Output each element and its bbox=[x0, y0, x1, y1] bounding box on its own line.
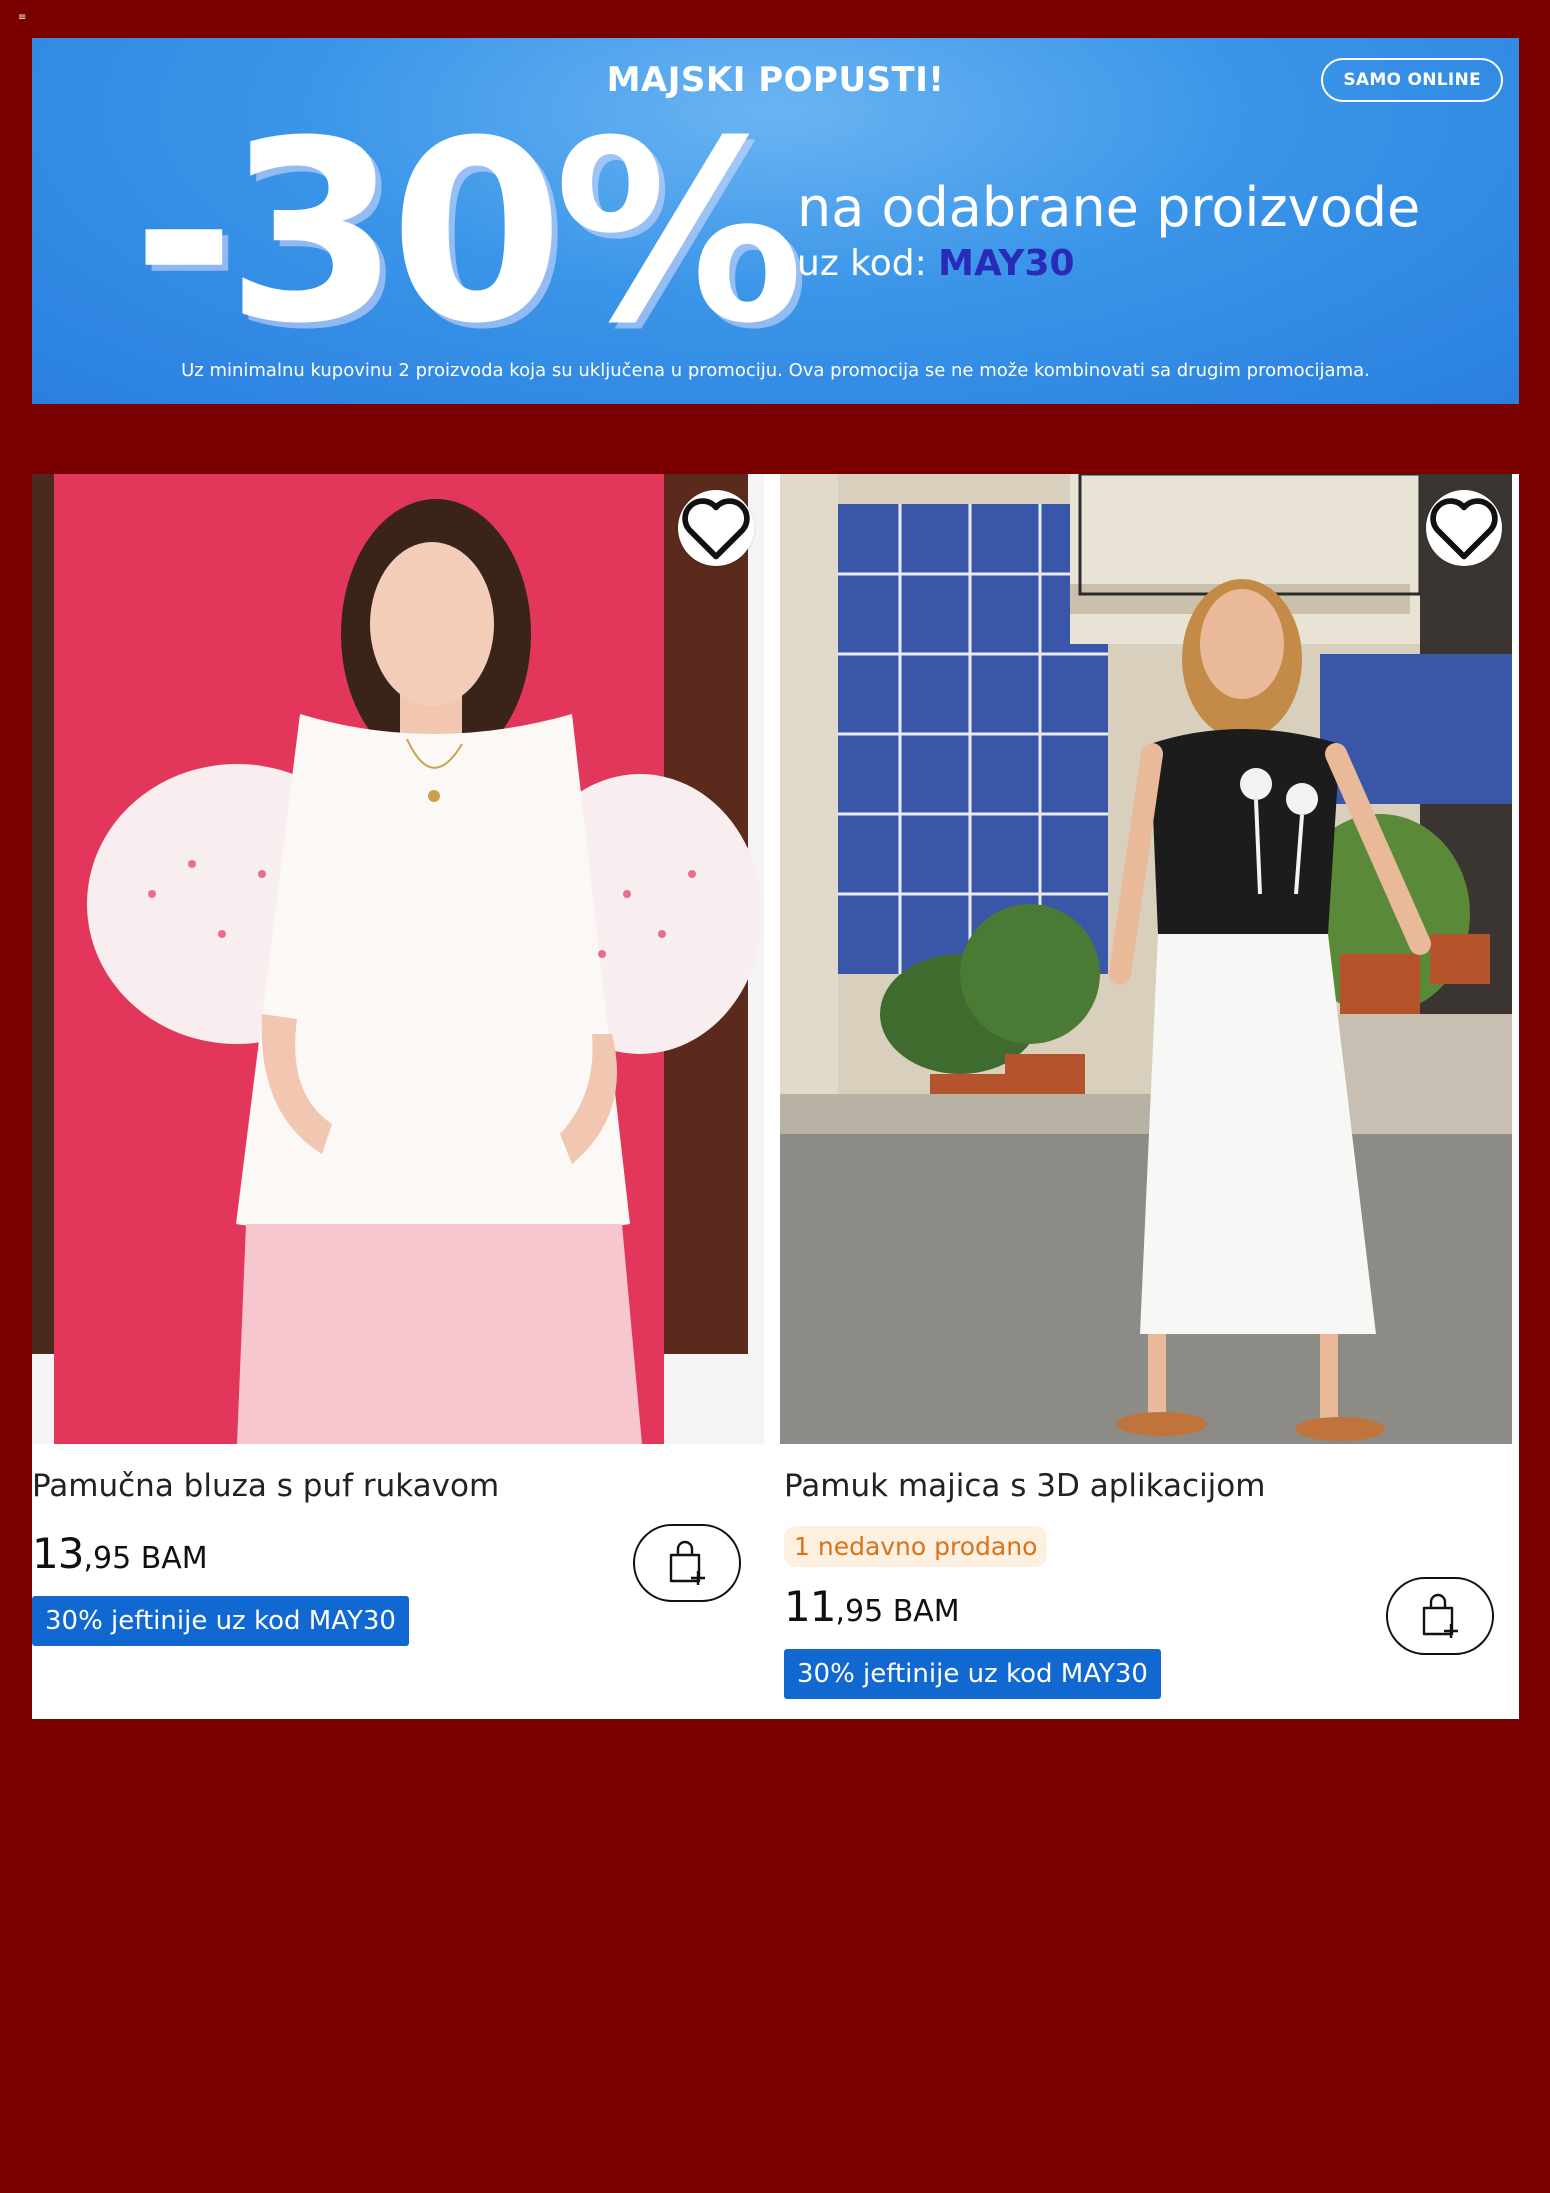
price-integer: 13 bbox=[32, 1529, 84, 1578]
promo-badge: 30% jeftinije uz kod MAY30 bbox=[32, 1596, 409, 1646]
promo-code-prefix: uz kod: bbox=[797, 243, 939, 284]
promo-code: MAY30 bbox=[938, 243, 1075, 284]
favorite-button[interactable] bbox=[678, 490, 754, 566]
add-to-cart-button[interactable] bbox=[633, 1524, 741, 1602]
promo-banner[interactable]: MAJSKI POPUSTI! SAMO ONLINE -30% na odab… bbox=[32, 38, 1519, 404]
product-card[interactable]: Pamuk majica s 3D aplikacijom 1 nedavno … bbox=[780, 474, 1512, 1719]
shopping-bag-plus-icon bbox=[1422, 1593, 1458, 1638]
heart-icon bbox=[682, 498, 750, 560]
product-name[interactable]: Pamuk majica s 3D aplikacijom bbox=[784, 1468, 1265, 1504]
promo-badge: 30% jeftinije uz kod MAY30 bbox=[784, 1649, 1161, 1699]
promo-headline: na odabrane proizvode bbox=[797, 176, 1421, 239]
price-fraction: ,95 BAM bbox=[835, 1594, 960, 1629]
price-fraction: ,95 BAM bbox=[83, 1541, 208, 1576]
menu-icon[interactable]: ≡ bbox=[18, 13, 26, 23]
add-to-cart-button[interactable] bbox=[1386, 1577, 1494, 1655]
product-image[interactable] bbox=[780, 474, 1512, 1444]
online-only-badge: SAMO ONLINE bbox=[1321, 58, 1503, 102]
product-grid: Pamučna bluza s puf rukavom 13,95 BAM 30… bbox=[32, 474, 1519, 1719]
favorite-button[interactable] bbox=[1426, 490, 1502, 566]
product-name[interactable]: Pamučna bluza s puf rukavom bbox=[32, 1468, 499, 1504]
shopping-bag-plus-icon bbox=[669, 1540, 705, 1585]
heart-icon bbox=[1430, 498, 1498, 560]
product-price: 13,95 BAM bbox=[32, 1529, 208, 1578]
promo-code-line: uz kod: MAY30 bbox=[797, 243, 1075, 285]
product-image[interactable] bbox=[32, 474, 764, 1444]
product-card[interactable]: Pamučna bluza s puf rukavom 13,95 BAM 30… bbox=[32, 474, 764, 1719]
price-integer: 11 bbox=[784, 1582, 836, 1631]
recently-sold-badge: 1 nedavno prodano bbox=[784, 1526, 1048, 1567]
promo-terms: Uz minimalnu kupovinu 2 proizvoda koja s… bbox=[181, 360, 1370, 381]
discount-percentage: -30% bbox=[132, 87, 804, 378]
product-price: 11,95 BAM bbox=[784, 1582, 960, 1631]
